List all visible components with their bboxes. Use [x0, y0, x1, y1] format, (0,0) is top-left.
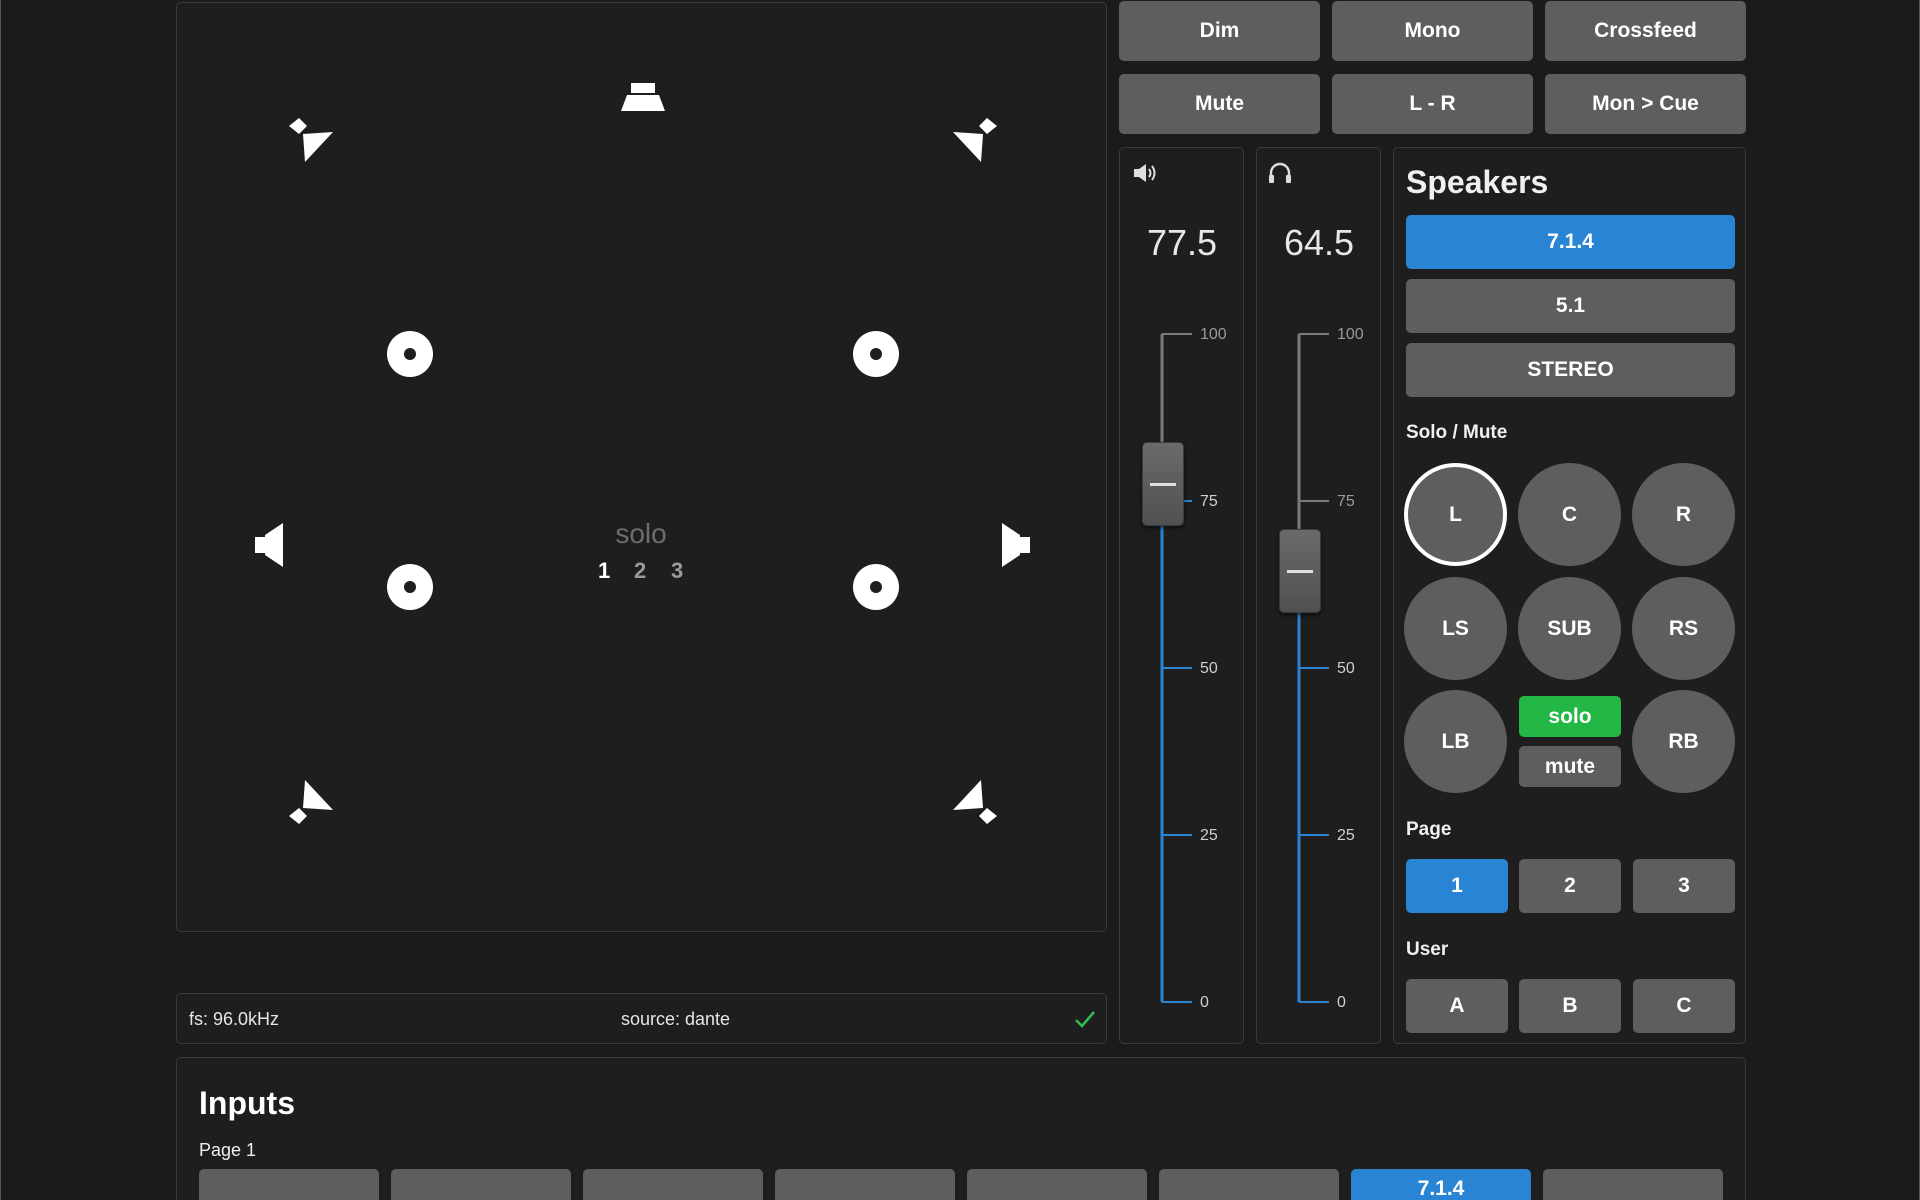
mon-to-cue-button[interactable]: Mon > Cue [1545, 74, 1746, 134]
speaker-top-rear-right-icon[interactable] [951, 778, 999, 826]
input-button-2[interactable] [391, 1169, 571, 1200]
fader-tick-label: 75 [1200, 493, 1218, 510]
user-c-button[interactable]: C [1633, 979, 1735, 1033]
channel-l-button[interactable]: L [1404, 463, 1507, 566]
speakers-title: Speakers [1406, 164, 1549, 200]
config-7-1-4-button[interactable]: 7.1.4 [1406, 215, 1735, 269]
inputs-panel: Inputs Page 1 7.1.4 [176, 1057, 1746, 1200]
speaker-top-front-right-icon[interactable] [951, 116, 999, 164]
channel-sub-button[interactable]: SUB [1518, 577, 1621, 680]
page-2-button[interactable]: 2 [1519, 859, 1621, 913]
monitor-fader-track[interactable]: 100 75 50 25 0 [1120, 148, 1245, 1045]
monitor-fader-panel: 77.5 100 75 50 25 0 [1119, 147, 1244, 1044]
speaker-map-panel: solo 1 2 3 [176, 2, 1107, 932]
source-label: source: dante [621, 1009, 731, 1029]
fader-tick-label: 50 [1200, 660, 1218, 677]
fader-tick-label: 50 [1337, 660, 1355, 677]
inputs-page-label: Page 1 [199, 1140, 257, 1160]
fader-tick-label: 75 [1337, 493, 1355, 510]
inputs-title: Inputs [199, 1085, 295, 1121]
speaker-top-front-left-icon[interactable] [287, 116, 335, 164]
solo-page-1[interactable]: 1 [598, 558, 610, 584]
user-label: User [1406, 939, 1449, 960]
speaker-front-left-icon[interactable] [387, 331, 433, 377]
channel-lb-button[interactable]: LB [1404, 690, 1507, 793]
solo-indicator-label: solo [615, 518, 667, 549]
sample-rate-label: fs: 96.0kHz [189, 1009, 280, 1029]
solo-page-2[interactable]: 2 [634, 558, 646, 584]
input-button-4[interactable] [775, 1169, 955, 1200]
page-1-button[interactable]: 1 [1406, 859, 1508, 913]
page-label: Page [1406, 819, 1452, 840]
speaker-front-right-icon[interactable] [853, 331, 899, 377]
fader-tick-label: 0 [1200, 994, 1209, 1011]
fader-tick-label: 100 [1337, 326, 1364, 343]
fader-tick-label: 25 [1337, 827, 1355, 844]
speaker-side-left-icon[interactable] [253, 521, 285, 569]
fader-tick-label: 25 [1200, 827, 1218, 844]
config-5-1-button[interactable]: 5.1 [1406, 279, 1735, 333]
channel-rb-button[interactable]: RB [1632, 690, 1735, 793]
input-button-1[interactable] [199, 1169, 379, 1200]
input-button-8[interactable] [1543, 1169, 1723, 1200]
input-button-6[interactable] [1159, 1169, 1339, 1200]
input-button-5[interactable] [967, 1169, 1147, 1200]
checkmark-icon [1075, 1011, 1095, 1028]
speaker-rear-right-icon[interactable] [853, 564, 899, 610]
headphone-fader-knob[interactable] [1279, 529, 1321, 614]
solo-mute-label: Solo / Mute [1406, 422, 1508, 443]
channel-r-button[interactable]: R [1632, 463, 1735, 566]
solo-page-3[interactable]: 3 [671, 558, 683, 584]
fader-tick-label: 0 [1337, 994, 1346, 1011]
user-b-button[interactable]: B [1519, 979, 1621, 1033]
mute-mode-button[interactable]: mute [1519, 746, 1621, 787]
input-button-3[interactable] [583, 1169, 763, 1200]
status-bar: fs: 96.0kHz source: dante [176, 993, 1107, 1044]
user-a-button[interactable]: A [1406, 979, 1508, 1033]
crossfeed-button[interactable]: Crossfeed [1545, 1, 1746, 61]
channel-ls-button[interactable]: LS [1404, 577, 1507, 680]
headphone-fader-panel: 64.5 100 75 50 25 0 [1256, 147, 1381, 1044]
page-3-button[interactable]: 3 [1633, 859, 1735, 913]
input-button-7-1-4-label: 7.1.4 [1417, 1177, 1465, 1200]
speaker-top-rear-left-icon[interactable] [287, 778, 335, 826]
channel-rs-button[interactable]: RS [1632, 577, 1735, 680]
speaker-top-center-icon[interactable] [619, 81, 667, 113]
solo-mode-button[interactable]: solo [1519, 696, 1621, 737]
mute-button[interactable]: Mute [1119, 74, 1320, 134]
speaker-rear-left-icon[interactable] [387, 564, 433, 610]
speaker-side-right-icon[interactable] [1000, 521, 1032, 569]
speakers-panel: Speakers 7.1.4 5.1 STEREO Solo / Mute L … [1393, 147, 1746, 1044]
dim-button[interactable]: Dim [1119, 1, 1320, 61]
config-stereo-button[interactable]: STEREO [1406, 343, 1735, 397]
input-button-7-1-4[interactable]: 7.1.4 [1351, 1169, 1531, 1200]
mono-button[interactable]: Mono [1332, 1, 1533, 61]
fader-tick-label: 100 [1200, 326, 1227, 343]
channel-c-button[interactable]: C [1518, 463, 1621, 566]
monitor-fader-knob[interactable] [1142, 442, 1184, 527]
l-minus-r-button[interactable]: L - R [1332, 74, 1533, 134]
